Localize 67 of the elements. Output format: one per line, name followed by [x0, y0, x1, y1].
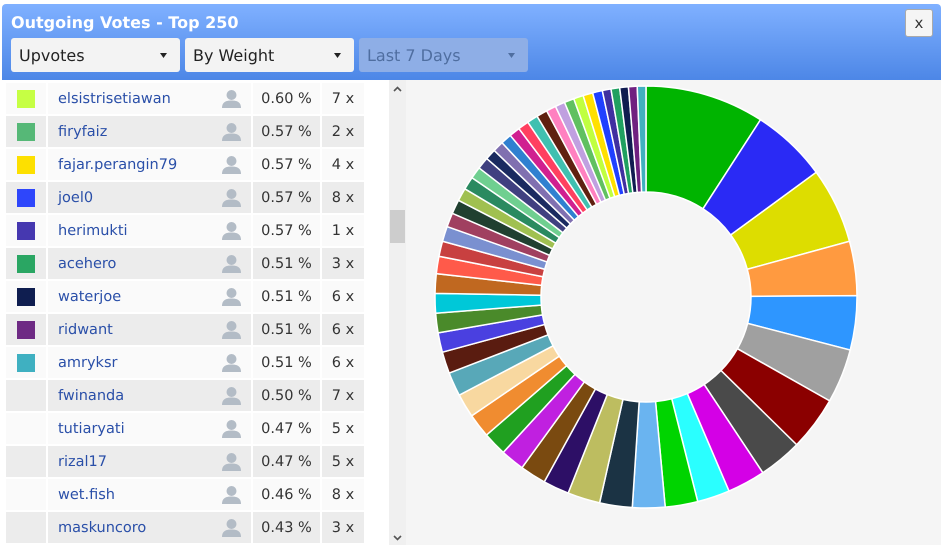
percentage-cell: 0.57 % [253, 149, 320, 182]
user-link[interactable]: firyfaiz [58, 124, 108, 140]
close-button[interactable]: x [905, 9, 933, 37]
vote-count-cell: 3 x [322, 248, 364, 281]
caret-icon [508, 52, 515, 58]
user-link[interactable]: joel0 [58, 190, 94, 206]
percentage-cell: 0.51 % [253, 281, 320, 314]
percentage-cell: 0.51 % [253, 248, 320, 281]
user-icon [222, 485, 241, 504]
vote-count-cell: 7 x [322, 380, 364, 413]
user-link[interactable]: amryksr [58, 354, 118, 370]
window-title: Outgoing Votes - Top 250 [11, 12, 238, 32]
vote-count-cell: 6 x [322, 281, 364, 314]
percentage-cell: 0.43 % [253, 512, 320, 545]
caret-icon [160, 52, 167, 58]
vote-count-cell: 1 x [322, 215, 364, 248]
user-icon [222, 386, 241, 405]
user-icon [222, 320, 241, 339]
percentage-cell: 0.50 % [253, 380, 320, 413]
user-icon [222, 419, 241, 438]
user-icon [222, 89, 241, 108]
percentage-cell: 0.51 % [253, 347, 320, 380]
caret-icon [334, 52, 341, 58]
percentage-cell: 0.57 % [253, 215, 320, 248]
vote-count-cell: 2 x [322, 116, 364, 149]
user-link[interactable]: waterjoe [58, 288, 122, 304]
vote-count-cell: 6 x [322, 347, 364, 380]
user-link[interactable]: fajar.perangin79 [58, 156, 178, 172]
user-icon [222, 254, 241, 273]
user-link[interactable]: maskuncoro [58, 520, 146, 536]
dropdown[interactable]: Upvotes [11, 38, 180, 72]
user-icon [222, 353, 241, 372]
user-icon [222, 188, 241, 207]
user-link[interactable]: ridwant [58, 322, 113, 338]
percentage-cell: 0.47 % [253, 446, 320, 479]
vote-count-cell: 3 x [322, 512, 364, 545]
vote-count-cell: 5 x [322, 413, 364, 446]
user-link[interactable]: rizal17 [58, 454, 107, 470]
user-link[interactable]: acehero [58, 256, 116, 272]
user-link[interactable]: elsistrisetiawan [58, 90, 171, 106]
user-icon [222, 287, 241, 306]
scrollbar[interactable] [389, 80, 406, 545]
scroll-up-icon[interactable] [393, 86, 402, 92]
percentage-cell: 0.57 % [253, 182, 320, 215]
user-link[interactable]: herimukti [58, 222, 128, 238]
user-icon [222, 221, 241, 240]
user-icon [222, 155, 241, 174]
user-icon [222, 452, 241, 471]
scroll-down-icon[interactable] [393, 535, 402, 541]
vote-count-cell: 6 x [322, 314, 364, 347]
user-icon [222, 518, 241, 537]
percentage-cell: 0.47 % [253, 413, 320, 446]
vote-count-cell: 7 x [322, 83, 364, 116]
percentage-cell: 0.57 % [253, 116, 320, 149]
scrollbar-thumb[interactable] [390, 210, 405, 243]
percentage-cell: 0.60 % [253, 83, 320, 116]
user-link[interactable]: tutiaryati [58, 420, 125, 436]
vote-count-cell: 5 x [322, 446, 364, 479]
user-link[interactable]: fwinanda [58, 388, 124, 404]
percentage-cell: 0.46 % [253, 479, 320, 512]
user-link[interactable]: wet.fish [58, 486, 115, 502]
dropdown[interactable]: By Weight [185, 38, 354, 72]
percentage-cell: 0.51 % [253, 314, 320, 347]
vote-count-cell: 4 x [322, 149, 364, 182]
user-icon [222, 122, 241, 141]
vote-count-cell: 8 x [322, 479, 364, 512]
vote-count-cell: 8 x [322, 182, 364, 215]
